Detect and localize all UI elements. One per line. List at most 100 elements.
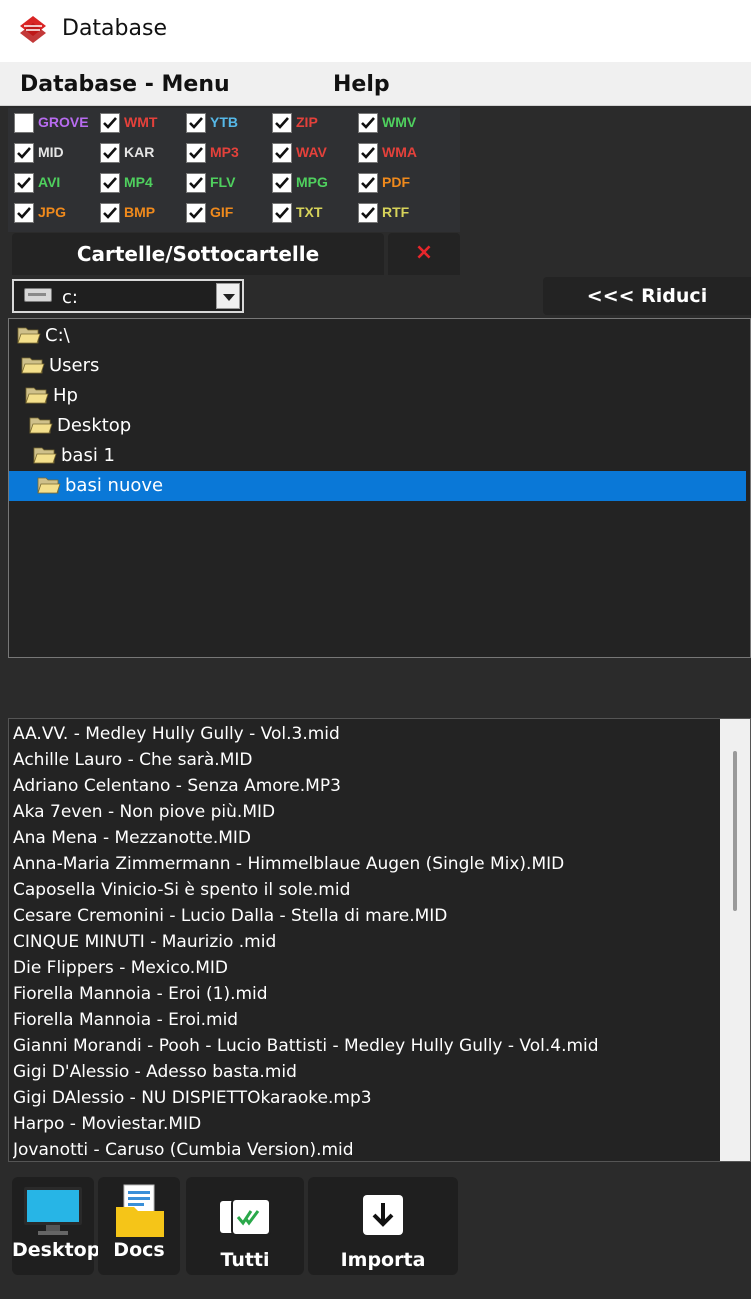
filter-avi[interactable]: AVI [8,170,94,196]
filter-mpg[interactable]: MPG [266,170,352,196]
menu-database[interactable]: Database - Menu [20,72,230,97]
filter-checkbox[interactable] [358,113,378,133]
file-item[interactable]: Caposella Vinicio-Si è spento il sole.mi… [13,877,719,903]
filter-label: MP4 [124,174,153,190]
file-item[interactable]: Die Flippers - Mexico.MID [13,955,719,981]
filter-pdf[interactable]: PDF [352,170,438,196]
filter-checkbox[interactable] [186,113,206,133]
filter-checkbox[interactable] [358,203,378,223]
filter-mp4[interactable]: MP4 [94,170,180,196]
filter-gif[interactable]: GIF [180,200,266,226]
vertical-scrollbar[interactable] [720,719,750,1161]
file-item[interactable]: Achille Lauro - Che sarà.MID [13,747,719,773]
filter-label: WAV [296,144,327,160]
file-item[interactable]: Anna-Maria Zimmermann - Himmelblaue Auge… [13,851,719,877]
filter-checkbox[interactable] [100,143,120,163]
filter-wmt[interactable]: WMT [94,110,180,136]
folder-tree[interactable]: C:\ Users Hp Desktop basi 1 basi nuove [8,318,751,658]
filter-kar[interactable]: KAR [94,140,180,166]
scrollbar-thumb[interactable] [733,751,737,911]
filter-label: JPG [38,204,67,220]
file-item[interactable]: Fiorella Mannoia - Eroi (1).mid [13,981,719,1007]
filter-checkbox[interactable] [100,113,120,133]
close-tab-button[interactable]: × [388,233,460,275]
filter-checkbox[interactable] [186,173,206,193]
filter-label: MP3 [210,144,239,160]
tab-folders[interactable]: Cartelle/Sottocartelle [12,233,384,275]
drive-select[interactable]: c: [12,279,244,313]
filter-checkbox[interactable] [272,173,292,193]
file-item[interactable]: Gigi D'Alessio - Adesso basta.mid [13,1059,719,1085]
tree-node[interactable]: Users [9,351,746,381]
file-item[interactable]: Adriano Celentano - Senza Amore.MP3 [13,773,719,799]
tree-node[interactable]: Desktop [9,411,746,441]
folder-open-icon [33,446,57,465]
filter-jpg[interactable]: JPG [8,200,94,226]
file-item[interactable]: Cesare Cremonini - Lucio Dalla - Stella … [13,903,719,929]
filter-zip[interactable]: ZIP [266,110,352,136]
filter-checkbox[interactable] [272,203,292,223]
filter-label: WMT [124,114,158,130]
menu-help[interactable]: Help [333,72,390,97]
filter-label: TXT [296,204,323,220]
download-icon [363,1195,403,1235]
tree-node[interactable]: C:\ [9,321,746,351]
filter-checkbox[interactable] [14,173,34,193]
filter-checkbox[interactable] [186,203,206,223]
filter-label: ZIP [296,114,318,130]
import-button[interactable]: Importa [308,1177,458,1275]
filter-bmp[interactable]: BMP [94,200,180,226]
close-icon: × [414,240,434,265]
docs-button[interactable]: Docs [98,1177,180,1275]
tree-node[interactable]: basi nuove [9,471,746,501]
filter-checkbox[interactable] [358,143,378,163]
filter-checkbox[interactable] [14,203,34,223]
folder-open-icon [29,416,53,435]
filter-rtf[interactable]: RTF [352,200,438,226]
tab-folders-label: Cartelle/Sottocartelle [76,242,320,266]
tree-node-label: Hp [53,385,78,406]
extension-filter-grid: GROVE WMT YTB ZIP WMV MID KAR MP3 WAV WMA AVI MP4 FL… [8,108,460,232]
filter-checkbox[interactable] [100,203,120,223]
filter-flv[interactable]: FLV [180,170,266,196]
filter-checkbox[interactable] [14,143,34,163]
filter-wmv[interactable]: WMV [352,110,438,136]
desktop-button[interactable]: Desktop [12,1177,100,1275]
file-item[interactable]: Aka 7even - Non piove più.MID [13,799,719,825]
filter-checkbox[interactable] [100,173,120,193]
collapse-button[interactable]: <<< Riduci [543,277,751,315]
filter-label: MPG [296,174,328,190]
filter-checkbox[interactable] [358,173,378,193]
filter-mid[interactable]: MID [8,140,94,166]
filter-label: KAR [124,144,155,160]
file-list-items: AA.VV. - Medley Hully Gully - Vol.3.mid A… [13,721,719,1161]
monitor-icon [24,1187,82,1235]
file-item[interactable]: Ana Mena - Mezzanotte.MID [13,825,719,851]
import-button-label: Importa [340,1249,426,1271]
chevron-down-icon[interactable] [216,283,240,309]
select-all-button[interactable]: Tutti [186,1177,304,1275]
file-item[interactable]: Gianni Morandi - Pooh - Lucio Battisti -… [13,1033,719,1059]
filter-checkbox[interactable] [186,143,206,163]
file-list[interactable]: AA.VV. - Medley Hully Gully - Vol.3.mid A… [8,718,751,1162]
filter-checkbox[interactable] [14,113,34,133]
filter-ytb[interactable]: YTB [180,110,266,136]
filter-label: WMA [382,144,417,160]
filter-grove[interactable]: GROVE [8,110,94,136]
filter-checkbox[interactable] [272,113,292,133]
filter-txt[interactable]: TXT [266,200,352,226]
filter-checkbox[interactable] [272,143,292,163]
title-bar: Database [0,0,751,62]
filter-wav[interactable]: WAV [266,140,352,166]
tree-node[interactable]: basi 1 [9,441,746,471]
filter-label: WMV [382,114,417,130]
tree-node[interactable]: Hp [9,381,746,411]
file-item[interactable]: Gigi DAlessio - NU DISPIETTOkaraoke.mp3 [13,1085,719,1111]
file-item[interactable]: Harpo - Moviestar.MID [13,1111,719,1137]
filter-wma[interactable]: WMA [352,140,438,166]
file-item[interactable]: Fiorella Mannoia - Eroi.mid [13,1007,719,1033]
file-item[interactable]: AA.VV. - Medley Hully Gully - Vol.3.mid [13,721,719,747]
file-item[interactable]: Jovanotti - Caruso (Cumbia Version).mid [13,1137,719,1161]
file-item[interactable]: CINQUE MINUTI - Maurizio .mid [13,929,719,955]
filter-mp3[interactable]: MP3 [180,140,266,166]
